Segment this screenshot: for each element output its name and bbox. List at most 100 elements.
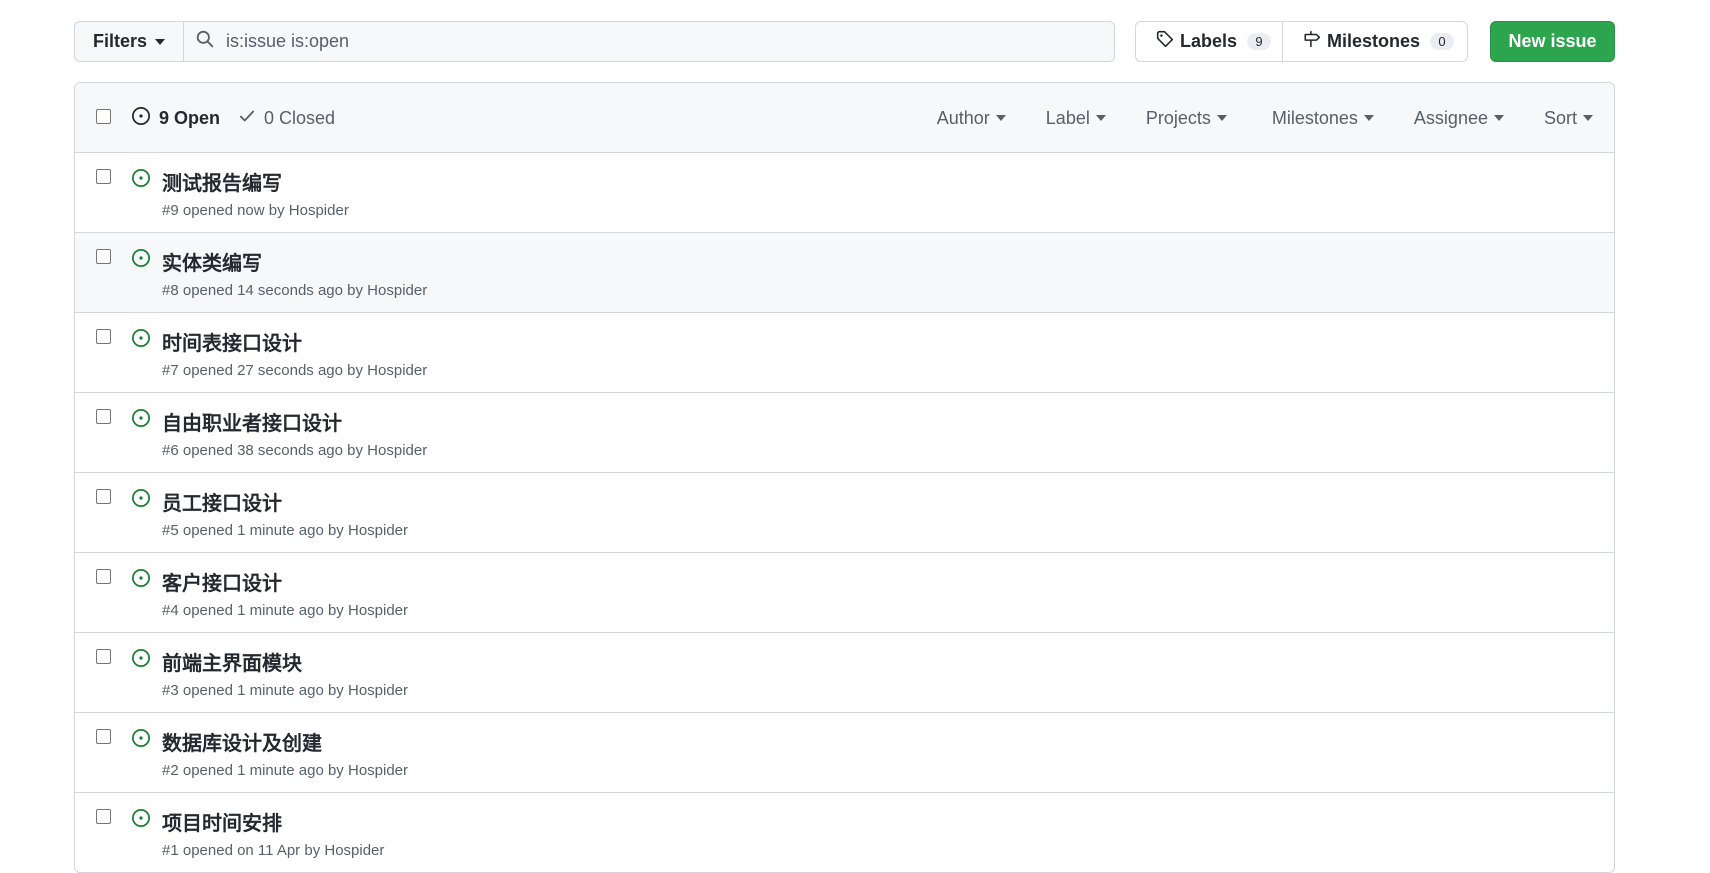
- issue-author-link[interactable]: Hospider: [324, 842, 384, 859]
- chevron-down-icon: [1583, 115, 1593, 121]
- issue-checkbox[interactable]: [96, 649, 111, 664]
- issue-open-icon: [131, 808, 151, 833]
- issue-author-link[interactable]: Hospider: [289, 202, 349, 219]
- issue-meta: #1 opened on 11 Apr by Hospider: [162, 842, 384, 859]
- labels-button[interactable]: Labels 9: [1136, 22, 1283, 61]
- issue-checkbox[interactable]: [96, 169, 111, 184]
- issue-row: 客户接口设计 #4 opened 1 minute ago by Hospide…: [75, 553, 1614, 633]
- check-icon: [238, 107, 256, 130]
- issue-open-icon: [131, 408, 151, 433]
- issue-checkbox[interactable]: [96, 729, 111, 744]
- issue-title-link[interactable]: 自由职业者接口设计: [162, 407, 342, 436]
- select-all-checkbox[interactable]: [96, 109, 111, 124]
- issue-open-icon: [131, 568, 151, 593]
- labels-count-badge: 9: [1247, 33, 1272, 50]
- issue-title-link[interactable]: 客户接口设计: [162, 567, 282, 596]
- milestones-count-badge: 0: [1430, 33, 1455, 50]
- issue-author-link[interactable]: Hospider: [348, 762, 408, 779]
- issue-row: 数据库设计及创建 #2 opened 1 minute ago by Hospi…: [75, 713, 1614, 793]
- issue-open-icon: [131, 648, 151, 673]
- issues-list-header: 9 Open 0 Closed Author Label Projects Mi…: [75, 83, 1614, 153]
- milestones-filter[interactable]: Milestones: [1272, 108, 1374, 129]
- issue-meta-text: #3 opened 1 minute ago by: [162, 682, 348, 699]
- issue-row: 项目时间安排 #1 opened on 11 Apr by Hospider: [75, 793, 1614, 872]
- issue-title-link[interactable]: 员工接口设计: [162, 487, 282, 516]
- issue-meta: #6 opened 38 seconds ago by Hospider: [162, 442, 427, 459]
- issue-author-link[interactable]: Hospider: [348, 602, 408, 619]
- issue-author-link[interactable]: Hospider: [348, 522, 408, 539]
- issue-checkbox[interactable]: [96, 809, 111, 824]
- issue-row: 测试报告编写 #9 opened now by Hospider: [75, 153, 1614, 233]
- issue-meta-text: #5 opened 1 minute ago by: [162, 522, 348, 539]
- issue-meta-text: #9 opened now by: [162, 202, 289, 219]
- header-filter-menus: Author Label Projects Milestones Assigne…: [937, 83, 1614, 153]
- new-issue-button[interactable]: New issue: [1490, 21, 1615, 62]
- filters-dropdown-button[interactable]: Filters: [75, 22, 184, 61]
- issue-checkbox[interactable]: [96, 569, 111, 584]
- issues-list-box: 9 Open 0 Closed Author Label Projects Mi…: [74, 82, 1615, 873]
- label-filter[interactable]: Label: [1046, 108, 1106, 129]
- closed-count-label: 0 Closed: [264, 107, 336, 128]
- issue-open-icon: [131, 248, 151, 273]
- author-filter[interactable]: Author: [937, 108, 1006, 129]
- issue-list: 测试报告编写 #9 opened now by Hospider 实体类编写 #…: [75, 153, 1614, 872]
- issue-open-icon: [131, 168, 151, 193]
- issue-open-icon: [131, 328, 151, 353]
- issue-meta: #8 opened 14 seconds ago by Hospider: [162, 282, 427, 299]
- issue-title-link[interactable]: 前端主界面模块: [162, 647, 302, 676]
- issue-checkbox[interactable]: [96, 249, 111, 264]
- chevron-down-icon: [1363, 115, 1374, 121]
- chevron-down-icon: [995, 115, 1006, 121]
- issue-checkbox[interactable]: [96, 329, 111, 344]
- author-filter-label: Author: [936, 107, 990, 128]
- issue-author-link[interactable]: Hospider: [348, 682, 408, 699]
- issue-row: 员工接口设计 #5 opened 1 minute ago by Hospide…: [75, 473, 1614, 553]
- issue-meta-text: #6 opened 38 seconds ago by: [162, 442, 368, 459]
- issue-row: 时间表接口设计 #7 opened 27 seconds ago by Hosp…: [75, 313, 1614, 393]
- assignee-filter[interactable]: Assignee: [1414, 108, 1504, 129]
- issue-title-link[interactable]: 项目时间安排: [162, 807, 282, 836]
- tab-open-issues[interactable]: 9 Open: [131, 106, 220, 131]
- search-icon: [196, 30, 214, 53]
- open-count-label: 9 Open: [159, 107, 221, 128]
- issue-meta: #2 opened 1 minute ago by Hospider: [162, 762, 408, 779]
- milestones-button[interactable]: Milestones 0: [1283, 22, 1467, 61]
- issue-meta: #3 opened 1 minute ago by Hospider: [162, 682, 408, 699]
- sort-filter[interactable]: Sort: [1544, 108, 1593, 129]
- filters-label: Filters: [92, 31, 148, 51]
- search-input[interactable]: [224, 30, 1114, 53]
- milestones-filter-label: Milestones: [1271, 107, 1358, 128]
- labels-label: Labels: [1180, 31, 1238, 51]
- chevron-down-icon: [1216, 115, 1227, 121]
- tab-closed-issues[interactable]: 0 Closed: [238, 107, 335, 130]
- projects-filter-label: Projects: [1145, 107, 1211, 128]
- issue-author-link[interactable]: Hospider: [367, 442, 427, 459]
- issue-meta-text: #7 opened 27 seconds ago by: [162, 362, 368, 379]
- issue-meta: #4 opened 1 minute ago by Hospider: [162, 602, 408, 619]
- issue-open-icon: [131, 106, 151, 131]
- issue-checkbox[interactable]: [96, 489, 111, 504]
- issue-author-link[interactable]: Hospider: [367, 362, 427, 379]
- issue-meta: #5 opened 1 minute ago by Hospider: [162, 522, 408, 539]
- issue-title-link[interactable]: 测试报告编写: [162, 167, 282, 196]
- filter-search-group: Filters: [74, 21, 1115, 62]
- issue-row: 自由职业者接口设计 #6 opened 38 seconds ago by Ho…: [75, 393, 1614, 473]
- issue-open-icon: [131, 488, 151, 513]
- issues-toolbar: Filters Labels 9 Milestones 0 New issue: [74, 21, 1615, 62]
- issue-meta: #9 opened now by Hospider: [162, 202, 349, 219]
- issue-meta-text: #4 opened 1 minute ago by: [162, 602, 348, 619]
- issue-checkbox[interactable]: [96, 409, 111, 424]
- chevron-down-icon: [1095, 115, 1106, 121]
- issue-title-link[interactable]: 数据库设计及创建: [162, 727, 322, 756]
- issue-author-link[interactable]: Hospider: [367, 282, 427, 299]
- projects-filter[interactable]: Projects: [1146, 108, 1227, 129]
- assignee-filter-label: Assignee: [1413, 107, 1488, 128]
- issue-title-link[interactable]: 实体类编写: [162, 247, 262, 276]
- chevron-down-icon: [155, 38, 166, 45]
- issue-title-link[interactable]: 时间表接口设计: [162, 327, 302, 356]
- sort-filter-label: Sort: [1543, 107, 1577, 128]
- state-tabs: 9 Open 0 Closed: [131, 83, 335, 153]
- issue-row: 前端主界面模块 #3 opened 1 minute ago by Hospid…: [75, 633, 1614, 713]
- label-filter-label: Label: [1045, 107, 1090, 128]
- issue-meta: #7 opened 27 seconds ago by Hospider: [162, 362, 427, 379]
